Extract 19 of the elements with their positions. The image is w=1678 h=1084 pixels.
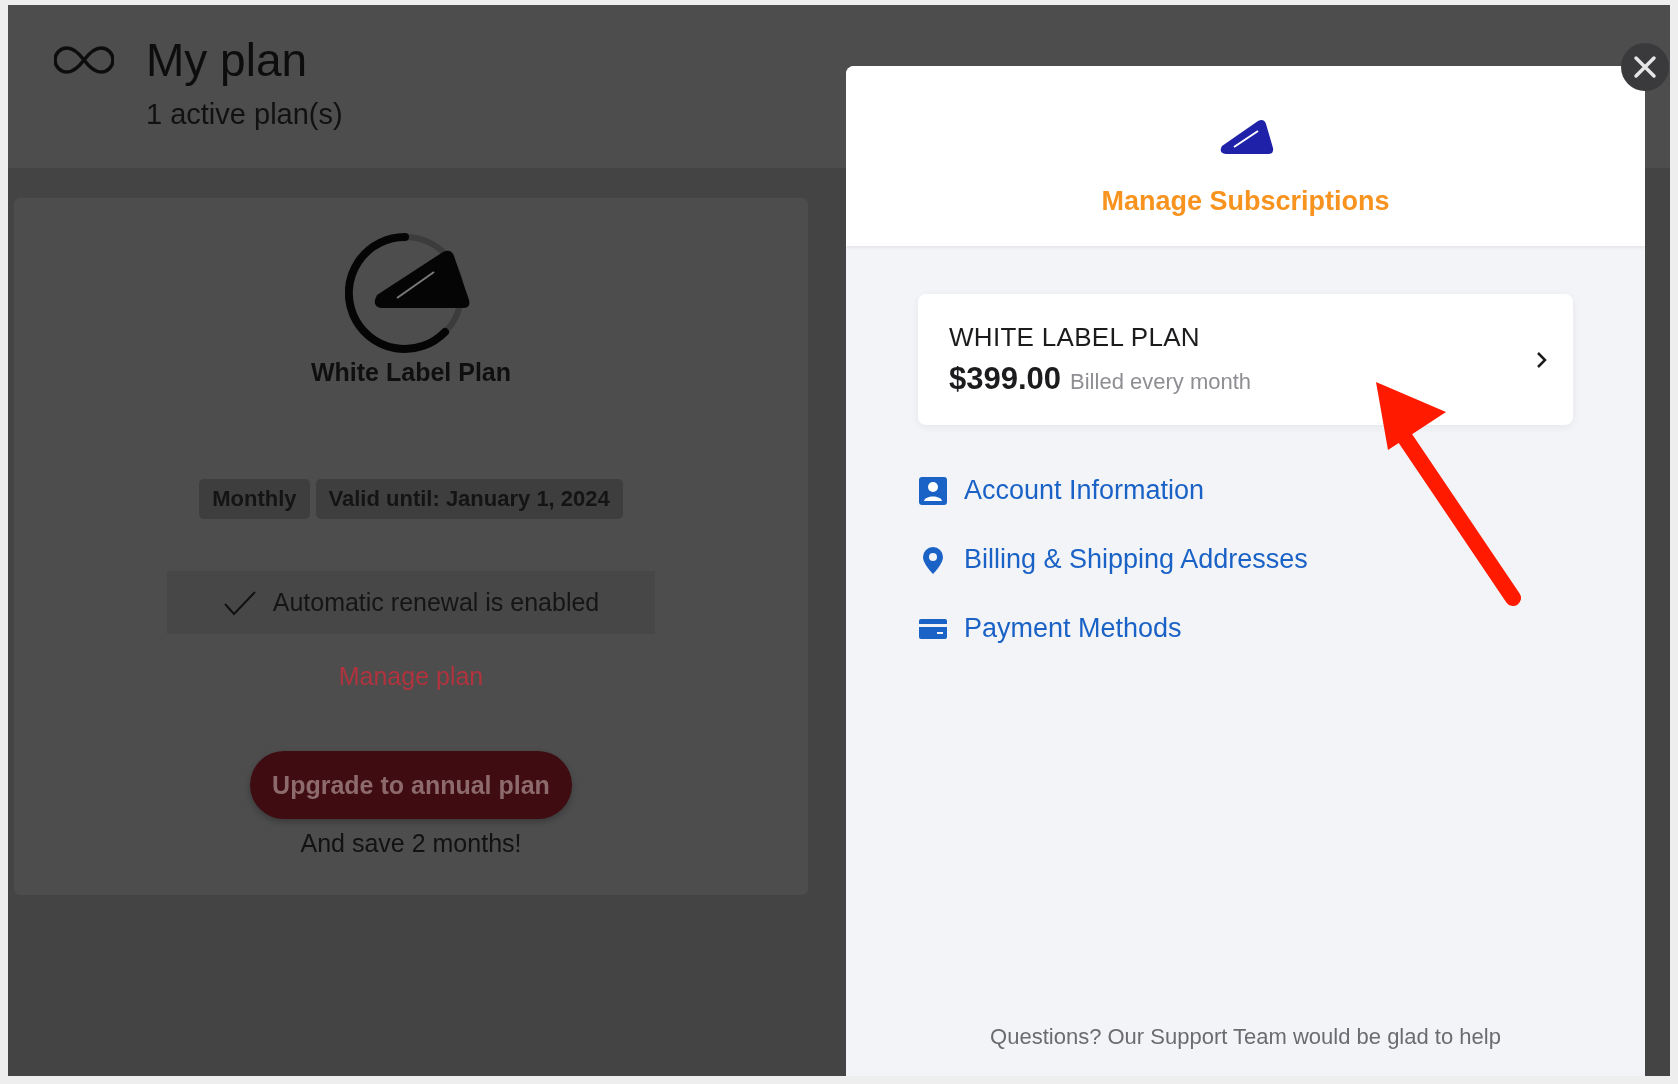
close-icon — [1633, 55, 1657, 79]
check-icon — [222, 589, 257, 616]
account-menu-link[interactable]: Billing & Shipping Addresses — [918, 544, 1308, 575]
chevron-right-icon — [1535, 349, 1549, 370]
modal-title: Manage Subscriptions — [1101, 186, 1390, 217]
active-plans-count: 1 active plan(s) — [146, 97, 343, 131]
account-menu-link[interactable]: Payment Methods — [918, 613, 1182, 644]
upgrade-button[interactable]: Upgrade to annual plan — [250, 751, 572, 819]
person-icon — [918, 475, 948, 506]
subscription-name: WHITE LABEL PLAN — [949, 322, 1201, 353]
subscription-price: $399.00 — [949, 361, 1062, 397]
support-note: Questions? Our Support Team would be glad to help — [989, 1024, 1502, 1050]
subscription-card[interactable]: WHITE LABEL PLAN $399.00 Billed every month — [918, 294, 1573, 425]
plan-name: White Label Plan — [311, 358, 511, 387]
upgrade-note: And save 2 months! — [300, 829, 522, 858]
account-menu-link[interactable]: Account Information — [918, 475, 1205, 506]
page-title: My plan — [146, 35, 309, 86]
billing-period: Billed every month — [1070, 369, 1252, 395]
infinity-icon — [54, 45, 114, 75]
